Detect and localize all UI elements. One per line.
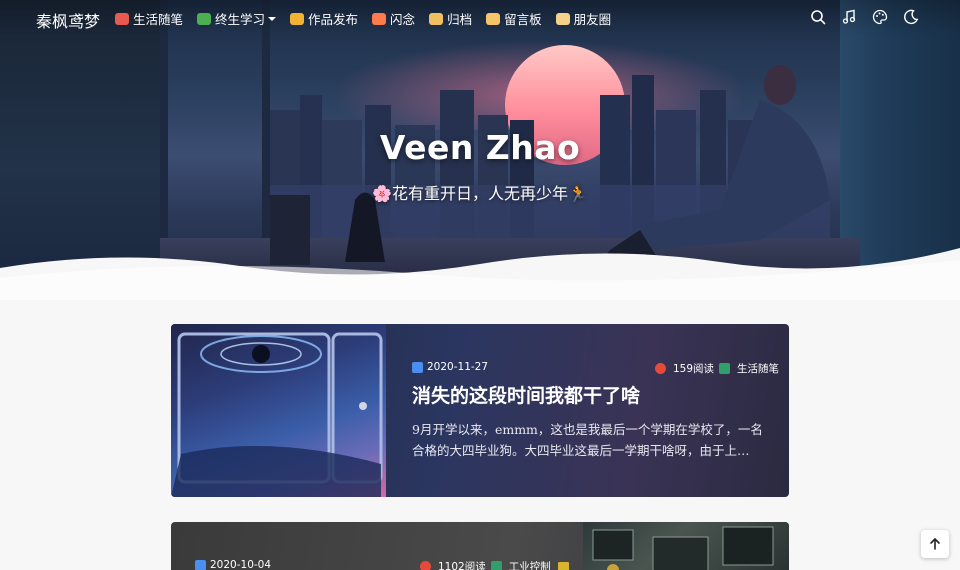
construction-icon [557,562,569,570]
music-icon[interactable] [841,9,857,25]
bread-icon [555,12,570,25]
tag-icon [719,363,731,374]
search-icon[interactable] [810,9,826,25]
menu-item-label: 生活随笔 [133,12,184,27]
menu-item-flash[interactable]: 闪念 [372,9,415,28]
folder-icon [429,12,444,25]
hero-wave [0,248,960,300]
post-date: 2020-10-04 [195,559,271,570]
caret-down-icon [268,16,277,21]
mushroom-icon [115,12,129,25]
post-thumbnail[interactable] [171,324,386,497]
nav-actions [810,9,919,25]
hero-subtitle: 🌸花有重开日，人无再少年🏃 [372,184,588,203]
post-excerpt: 9月开学以来，emmm，这也是我最后一个学期在学校了，一名合格的大四毕业狗。大四… [412,422,763,458]
brain-icon [290,12,305,25]
site-brand[interactable]: 秦枫鸢梦 [36,8,100,32]
post-meta: 159阅读 生活随笔 [655,361,779,376]
post-date-text: 2020-10-04 [210,559,272,570]
clap-icon [486,12,501,25]
post-views: 1102阅读 [438,561,486,570]
main-menu: 生活随笔 终生学习 作品发布 闪念 归档 留言板 朋友圈 [115,9,625,28]
fire-icon [420,561,431,570]
menu-item-label: 闪念 [390,12,416,27]
post-card[interactable] [171,324,789,497]
menu-item-guestbook[interactable]: 留言板 [486,9,542,28]
post-category[interactable]: 生活随笔 [737,361,779,376]
menu-item-learning[interactable]: 终生学习 [197,9,277,28]
hero-banner: Veen Zhao 🌸花有重开日，人无再少年🏃 [0,0,960,300]
post-category[interactable]: 工业控制 [509,559,551,570]
calendar-icon [195,559,206,570]
fire-icon [655,363,666,374]
post-meta: 1102阅读 工业控制 [420,559,569,570]
menu-item-archive[interactable]: 归档 [429,9,472,28]
rainbow-icon [372,12,387,25]
menu-item-works[interactable]: 作品发布 [290,9,358,28]
books-icon [197,12,212,25]
post-date: 2020-11-27 [412,361,488,373]
menu-item-label: 作品发布 [308,12,359,27]
top-navbar: 秦枫鸢梦 生活随笔 终生学习 作品发布 闪念 归档 留言板 朋友圈 [0,0,960,36]
arrow-up-icon [930,538,940,550]
back-to-top-button[interactable] [921,530,949,558]
menu-item-label: 终生学习 [215,12,266,27]
menu-item-friends[interactable]: 朋友圈 [555,9,612,28]
tag-icon [490,561,502,570]
post-views: 159阅读 [673,363,715,375]
blackhole-illustration [171,332,383,497]
moon-icon[interactable] [903,9,919,25]
post-title[interactable]: 消失的这段时间我都干了啥 [412,381,640,408]
hero-title: Veen Zhao [379,128,581,167]
menu-item-life[interactable]: 生活随笔 [115,9,183,28]
circuit-board-illustration [592,526,774,570]
menu-item-label: 归档 [447,12,473,27]
menu-item-label: 留言板 [504,12,542,27]
calendar-icon [412,361,423,373]
post-thumbnail[interactable] [583,522,789,570]
post-date-text: 2020-11-27 [427,361,489,373]
menu-item-label: 朋友圈 [573,12,612,27]
palette-icon[interactable] [872,9,888,25]
